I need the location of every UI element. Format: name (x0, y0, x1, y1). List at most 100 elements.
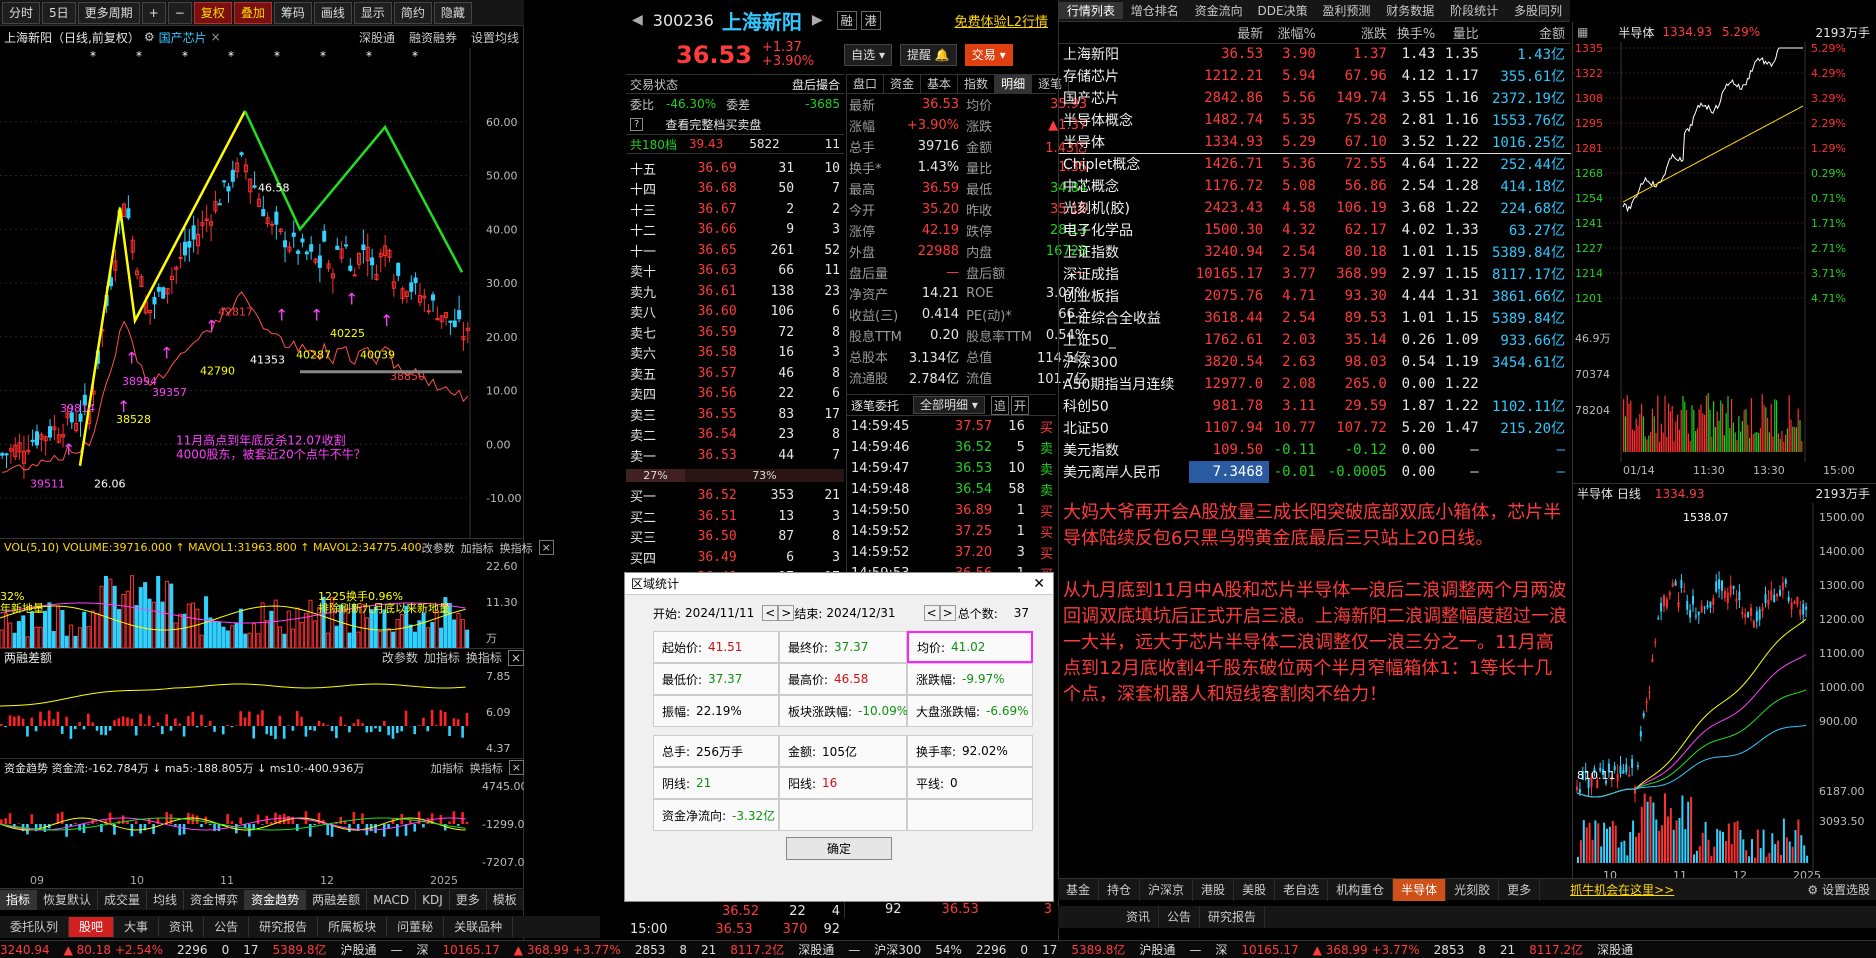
plus-button[interactable]: + (141, 1, 166, 24)
margin-add-button[interactable]: 加指标 (424, 649, 460, 666)
chips-button[interactable]: 筹码 (273, 1, 312, 24)
overlay-button[interactable]: 叠加 (233, 1, 272, 24)
quote-row[interactable]: 上海新阳 36.53 3.90 1.37 1.43 1.35 1.43亿 (1059, 43, 1571, 65)
close-icon[interactable]: × (507, 649, 524, 666)
quote-row[interactable]: 美元离岸人民币 7.3468 -0.01 -0.0005 0.00 — — (1059, 461, 1571, 483)
margin-param-button[interactable]: 改参数 (382, 649, 418, 666)
margin-switch-button[interactable]: 换指标 (466, 649, 502, 666)
quote-row[interactable]: 沪深300 3820.54 2.63 98.03 0.54 1.19 3454.61亿 (1059, 351, 1571, 373)
end-next-button[interactable]: > (939, 605, 956, 621)
bottom-tab[interactable]: 问董秘 (387, 917, 445, 937)
board-bottom-tab[interactable]: 公告 (1159, 906, 1201, 928)
end-prev-button[interactable]: < (923, 605, 940, 621)
ask-row[interactable]: 卖八 36.60 106 6 (626, 302, 844, 323)
ask-row[interactable]: 卖四 36.56 22 6 (626, 384, 844, 405)
close-icon[interactable]: ✕ (1033, 576, 1045, 592)
board-link[interactable]: 抓牛机会在这里>> (1570, 881, 1674, 898)
quote-row[interactable]: 创业板指 2075.76 4.71 93.30 4.44 1.31 3861.66亿 (1059, 285, 1571, 307)
minus-button[interactable]: − (167, 1, 192, 24)
bid-row[interactable]: 买二 36.51 13 3 (626, 506, 844, 527)
ask-row[interactable]: 十五 36.69 31 10 (626, 158, 844, 179)
quote-col-header[interactable]: 金额 (1484, 22, 1571, 44)
bottom-tab[interactable]: 资讯 (159, 917, 205, 937)
board-bottom-tab[interactable]: 机构重仓 (1328, 878, 1394, 901)
select-setting-button[interactable]: ⚙ 设置选股 (1807, 881, 1870, 898)
fund-switch-button[interactable]: 换指标 (470, 760, 503, 776)
board-bottom-tab[interactable]: 资讯 (1118, 906, 1160, 928)
ask-row[interactable]: 十二 36.66 9 3 (626, 220, 844, 241)
board-tab[interactable]: 行情列表 (1059, 2, 1123, 19)
vol-param-button[interactable]: 改参数 (422, 540, 455, 556)
quote-row[interactable]: Chiplet概念 1426.71 5.36 72.55 4.64 1.22 252.44亿 (1059, 153, 1571, 175)
quote-row[interactable]: 电子化学品 1500.30 4.32 62.17 4.02 1.33 63.27亿 (1059, 219, 1571, 241)
quote-col-header[interactable] (1059, 22, 1189, 44)
board-tab[interactable]: DDE决策 (1251, 2, 1315, 19)
panel-tab[interactable]: 基本 (921, 74, 959, 94)
bottom-tab[interactable]: 大事 (114, 917, 160, 937)
indicator-tab[interactable]: 模板 (487, 889, 524, 910)
quote-row[interactable]: 光刻机(胶) 2423.43 4.58 106.19 3.68 1.22 224.68亿 (1059, 197, 1571, 219)
ask-row[interactable]: 卖六 36.58 16 3 (626, 343, 844, 364)
prev-arrow-icon[interactable]: ◀ (632, 12, 643, 28)
bottom-tab[interactable]: 关联品种 (444, 917, 514, 937)
board-bottom-tab[interactable]: 基金 (1058, 878, 1100, 901)
bid-row[interactable]: 买四 36.49 6 3 (626, 547, 844, 568)
chart-tag[interactable]: 国产芯片 (159, 29, 207, 46)
board-bottom-tab[interactable]: 研究报告 (1200, 906, 1266, 928)
board-bottom-tab[interactable]: 沪深京 (1140, 878, 1194, 901)
panel-tab[interactable]: 盘口 (847, 74, 885, 94)
board-bottom-tab[interactable]: 持仓 (1099, 878, 1141, 901)
indicator-tab[interactable]: 两融差额 (306, 889, 368, 910)
tick-open-button[interactable]: 开 (1010, 395, 1029, 415)
bid-row[interactable]: 买三 36.50 87 8 (626, 527, 844, 548)
full-book-link[interactable]: 查看完整档买卖盘 (665, 116, 761, 133)
display-button[interactable]: 显示 (353, 1, 392, 24)
ask-row[interactable]: 十一 36.65 261 52 (626, 240, 844, 261)
close-icon[interactable]: × (508, 760, 524, 775)
mini-intraday-chart[interactable]: 1335 5.29% 1322 4.29% 1308 3.29% 1295 2.29% 1281… (1573, 42, 1876, 480)
indicator-tab[interactable]: KDJ (416, 889, 450, 910)
trade-button[interactable]: 交易 ▾ (964, 44, 1013, 66)
board-bottom-tab[interactable]: 更多 (1499, 878, 1541, 901)
start-prev-button[interactable]: < (762, 605, 779, 621)
quote-col-header[interactable]: 最新 (1189, 22, 1270, 44)
indicator-tab[interactable]: MACD (367, 889, 417, 910)
more-period-button[interactable]: 更多周期 (77, 1, 140, 24)
ask-row[interactable]: 卖十 36.63 66 11 (626, 261, 844, 282)
ask-row[interactable]: 卖二 36.54 23 8 (626, 425, 844, 446)
ask-row[interactable]: 卖五 36.57 46 8 (626, 363, 844, 384)
indicator-tab[interactable]: 均线 (147, 889, 185, 910)
board-bottom-tab[interactable]: 光刻胶 (1446, 878, 1500, 901)
bottom-tab[interactable]: 股吧 (69, 917, 115, 937)
board-bottom-tab[interactable]: 老自选 (1275, 878, 1329, 901)
indicator-tab[interactable]: 更多 (450, 889, 487, 910)
bottom-tab[interactable]: 研究报告 (249, 917, 319, 937)
indicator-tab[interactable]: 资金博弈 (184, 889, 246, 910)
board-tab[interactable]: 阶段统计 (1442, 2, 1506, 19)
quote-col-header[interactable]: 涨跌 (1321, 22, 1393, 44)
vol-add-button[interactable]: 加指标 (461, 540, 494, 556)
board-tab[interactable]: 多股同列 (1506, 2, 1570, 19)
mini-daily-chart[interactable]: 1500.00 1400.00 1300.00 1200.00 1100.00 1000.… (1573, 503, 1876, 883)
indicator-tab[interactable]: 恢复默认 (37, 889, 99, 910)
draw-line-button[interactable]: 画线 (313, 1, 352, 24)
indicator-tab[interactable]: 成交量 (98, 889, 148, 910)
l2-link[interactable]: 免费体验L2行情 (954, 11, 1048, 30)
bottom-tab[interactable]: 委托队列 (0, 917, 70, 937)
quote-col-header[interactable]: 量比 (1441, 22, 1485, 44)
ask-row[interactable]: 卖一 36.53 44 7 (626, 445, 844, 466)
quote-row[interactable]: 中芯概念 1176.72 5.08 56.86 2.54 1.28 414.18亿 (1059, 175, 1571, 197)
quote-row[interactable]: 半导体 1334.93 5.29 67.10 3.52 1.22 1016.25亿 (1059, 131, 1571, 153)
panel-tab[interactable]: 明细 (995, 74, 1033, 94)
quote-col-header[interactable]: 换手% (1392, 22, 1442, 44)
close-icon[interactable]: × (538, 540, 554, 555)
ask-row[interactable]: 卖七 36.59 72 8 (626, 322, 844, 343)
board-bottom-tab[interactable]: 港股 (1193, 878, 1235, 901)
indicator-tab[interactable]: 资金趋势 (245, 889, 307, 910)
ok-button[interactable]: 确定 (785, 837, 892, 860)
watchlist-button[interactable]: 自选 ▾ (844, 44, 892, 66)
quote-row[interactable]: 深证成指 10165.17 3.77 368.99 2.97 1.15 8117.17亿 (1059, 263, 1571, 285)
quote-row[interactable]: 美元指数 109.50 -0.11 -0.12 0.00 — — (1059, 439, 1571, 461)
board-bottom-tab[interactable]: 半导体 (1393, 878, 1447, 901)
vol-switch-button[interactable]: 换指标 (500, 540, 533, 556)
